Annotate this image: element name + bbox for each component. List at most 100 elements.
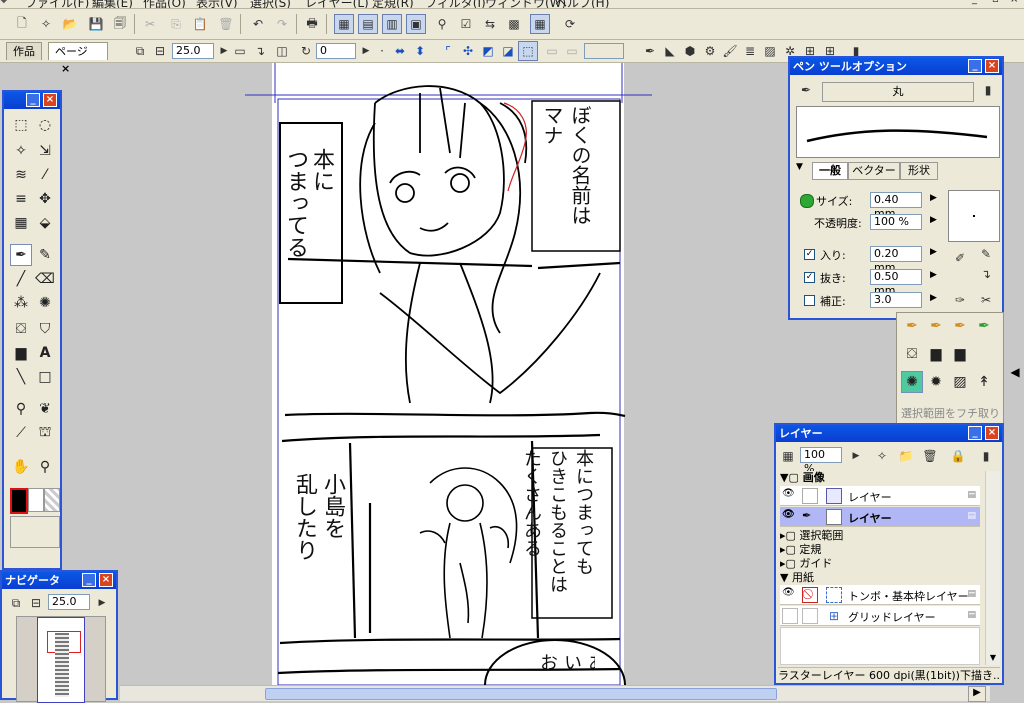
horizontal-scrollbar[interactable]	[120, 685, 990, 701]
layer-group-image[interactable]: ▼▢ 画像	[780, 471, 980, 484]
undo-icon[interactable]: ↶	[248, 14, 268, 34]
tab-work[interactable]: 作品	[6, 42, 42, 60]
pen-edit-icon[interactable]: ✒	[802, 509, 818, 525]
pen-preset-3-icon[interactable]: ✒	[949, 315, 971, 337]
menu-layer[interactable]: レイヤー(L)	[305, 0, 369, 8]
rect-select-icon[interactable]: ⬚	[10, 114, 32, 136]
fill-tone-icon[interactable]: ⛉	[34, 318, 56, 340]
menu-ruler[interactable]: 定規(R)	[372, 0, 414, 8]
tone-icon[interactable]: ⁂	[10, 292, 32, 314]
menu-select[interactable]: 選択(S)	[250, 0, 291, 8]
save-icon[interactable]: 💾	[86, 14, 106, 34]
lines-icon[interactable]: ≣	[740, 41, 760, 61]
option-collapse-icon[interactable]: ▼	[796, 162, 803, 172]
magic-wand-icon[interactable]: ✧	[10, 140, 32, 162]
nav-zoom-out-icon[interactable]: ⊟	[26, 593, 46, 613]
fill-bucket-icon[interactable]: ⛋	[10, 318, 32, 340]
tab-page[interactable]: ページ ×	[48, 42, 108, 75]
window-close-icon[interactable]: ×	[1010, 0, 1018, 5]
hatch-preset-icon[interactable]: ▨	[949, 371, 971, 393]
zoom-fit-icon[interactable]: ⧉	[130, 41, 150, 61]
zoom-field[interactable]: 25.0	[172, 43, 214, 59]
view-mode-4-icon[interactable]: ▣	[406, 14, 426, 34]
checklist-icon[interactable]: ☑	[456, 14, 476, 34]
sub-color-swatch[interactable]	[28, 488, 44, 512]
shape-tool-icon[interactable]: □	[34, 366, 56, 388]
arrow-tool-icon[interactable]: ↟	[973, 371, 995, 393]
gradient-preset-1-icon[interactable]: ▆	[925, 343, 947, 365]
vector-eraser-icon[interactable]: ✂	[976, 290, 996, 310]
new-icon[interactable]: 🗋	[12, 14, 32, 34]
layer-menu-icon[interactable]: ▮	[976, 446, 996, 466]
spray-icon[interactable]: ✹	[925, 371, 947, 393]
flip-vertical-icon[interactable]: ⬍	[410, 41, 430, 61]
snap-2-icon[interactable]: ✣	[458, 41, 478, 61]
brush-icon[interactable]: 🖌	[720, 41, 740, 61]
tab-general[interactable]: 一般	[812, 162, 848, 180]
selection-icon[interactable]: ⬚	[518, 41, 538, 61]
layer-row-1[interactable]: 👁 レイヤー ▤	[780, 486, 980, 506]
no-edit-icon[interactable]: ⃠	[802, 587, 818, 603]
rotate-field[interactable]: 0	[316, 43, 356, 59]
cut-icon[interactable]: ✂	[140, 14, 160, 34]
sync-icon[interactable]: ⟳	[560, 14, 580, 34]
pencil-icon[interactable]: ✎	[34, 244, 56, 266]
pressure-size-icon[interactable]: ✐	[950, 248, 970, 268]
view-mode-3-icon[interactable]: ▥	[382, 14, 402, 34]
reset-rotate-icon[interactable]: ·	[372, 41, 392, 61]
layer-row-tombo[interactable]: 👁 ⃠ トンボ・基本枠レイヤー ▤	[780, 585, 980, 605]
grid-tool-icon[interactable]: ▦	[10, 212, 32, 234]
size-field[interactable]: 0.40 mm	[870, 192, 922, 220]
pen-preset-4-icon[interactable]: ✒	[973, 315, 995, 337]
layer-panel-minimize-icon[interactable]: _	[968, 426, 982, 440]
tombo-prop-icon[interactable]: ▤	[967, 589, 976, 599]
transfer-icon[interactable]: ⇆	[480, 14, 500, 34]
view-mode-2-icon[interactable]: ▤	[358, 14, 378, 34]
new-folder-icon[interactable]: 📁	[896, 446, 916, 466]
tab-close-icon[interactable]: ×	[61, 62, 70, 75]
layer-row-grid[interactable]: ⊞ グリッドレイヤー ▤	[780, 606, 980, 626]
link-icon[interactable]: ⚲	[432, 14, 452, 34]
rotate-icon[interactable]: ↻	[296, 41, 316, 61]
in-checkbox[interactable]: ✓	[804, 247, 815, 260]
visibility-eye-icon[interactable]: 👁	[782, 587, 798, 603]
triangle-ruler-icon[interactable]: ◣	[660, 41, 680, 61]
copy-icon[interactable]: ⎘	[166, 14, 186, 34]
lock-icon[interactable]: 🔒	[948, 446, 968, 466]
pen-preset-1-icon[interactable]: ✒	[901, 315, 923, 337]
layer-move-icon[interactable]: ≋	[10, 164, 32, 186]
opacity-arrow-icon[interactable]: ▶	[930, 215, 937, 225]
visibility-eye-icon[interactable]: 👁	[782, 488, 798, 504]
ruler-tool-icon[interactable]: ⚲	[10, 398, 32, 420]
redo-icon[interactable]: ↷	[272, 14, 292, 34]
pressure-opacity-icon[interactable]: ✎	[976, 244, 996, 264]
marker-icon[interactable]: ╱	[10, 268, 32, 290]
navigator-close-icon[interactable]: ×	[99, 573, 113, 587]
print-icon[interactable]: 🖶	[302, 14, 322, 34]
main-color-swatch[interactable]	[10, 488, 28, 514]
gradient-preset-2-icon[interactable]: ▆	[949, 343, 971, 365]
stamp-icon[interactable]: ⛫	[34, 422, 56, 444]
fill-icon[interactable]: ⬢	[680, 41, 700, 61]
curve-icon[interactable]: ↴	[976, 264, 996, 284]
menu-work[interactable]: 作品(O)	[143, 0, 186, 8]
size-arrow-icon[interactable]: ▶	[930, 193, 937, 203]
eraser-mini-icon[interactable]: ✑	[950, 290, 970, 310]
layer-group-selection[interactable]: ▸▢ 選択範囲	[780, 529, 980, 542]
snap-4-icon[interactable]: ◪	[498, 41, 518, 61]
menu-help[interactable]: ヘルプ(H)	[555, 0, 609, 8]
layer-opacity-arrow-icon[interactable]: ▶	[846, 446, 866, 466]
hand-icon[interactable]: ✋	[10, 456, 32, 478]
fill-preset-icon[interactable]: ⛋	[901, 343, 923, 365]
delete-icon[interactable]: 🗑	[216, 14, 236, 34]
page-icon[interactable]: ▭	[230, 41, 250, 61]
pen-panel-close-icon[interactable]: ×	[985, 59, 999, 73]
correct-arrow-icon[interactable]: ▶	[930, 293, 937, 303]
tone-brush-icon[interactable]: ✺	[34, 292, 56, 314]
menu-view[interactable]: 表示(V)	[196, 0, 238, 8]
correct-field[interactable]: 3.0	[870, 292, 922, 308]
out-field[interactable]: 0.50 mm	[870, 269, 922, 297]
layer-panel-close-icon[interactable]: ×	[985, 426, 999, 440]
layer-opacity-field[interactable]: 100 %	[800, 447, 842, 475]
line-tool-icon[interactable]: ╲	[10, 366, 32, 388]
